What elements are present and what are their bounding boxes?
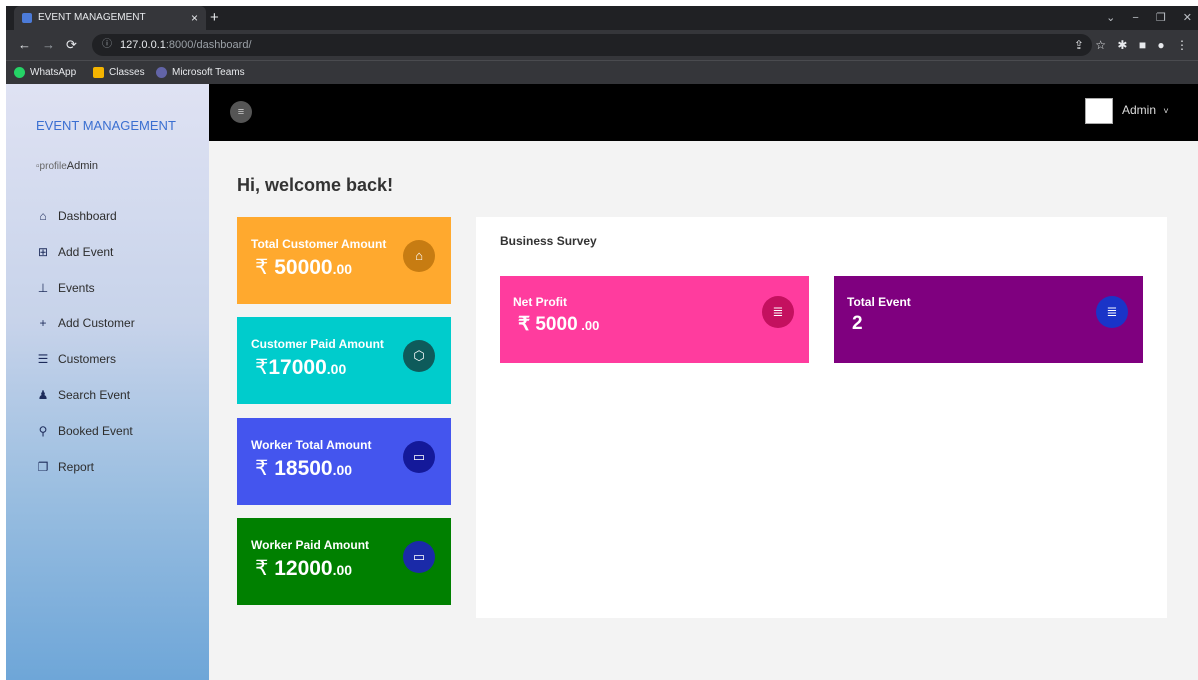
briefcase-icon: ▭ — [403, 441, 435, 473]
minimize-icon[interactable]: − — [1132, 12, 1138, 24]
info-icon[interactable]: ⓘ — [102, 34, 112, 56]
tab-title: EVENT MANAGEMENT — [38, 12, 146, 23]
sidebar-item-dashboard[interactable]: ⌂ Dashboard — [36, 207, 117, 225]
stat-value: ₹ 18500.00 — [255, 457, 353, 480]
stat-card-worker-paid-amount: Worker Paid Amount ₹ 12000.00 ▭ — [237, 518, 451, 605]
share-icon[interactable]: ⇪ — [1074, 38, 1084, 52]
page-title: Hi, welcome back! — [237, 175, 394, 195]
tab-close-icon[interactable]: × — [191, 6, 198, 30]
browser-tab-bar: EVENT MANAGEMENT × + ⌄ − ❐ ✕ — [6, 6, 1198, 30]
sidebar: EVENT MANAGEMENT ▫profileAdmin ⌂ Dashboa… — [6, 84, 209, 680]
plus-square-icon: ⊞ — [37, 245, 49, 259]
bookmark-label: WhatsApp — [30, 67, 77, 78]
bookmark-label: Classes — [109, 67, 145, 78]
tab-search-icon[interactable]: ⌄ — [1106, 12, 1115, 24]
stat-value: ₹ 50000.00 — [255, 256, 353, 279]
stat-label: Worker Total Amount — [251, 438, 372, 452]
survey-card-label: Total Event — [847, 295, 911, 309]
survey-card-value: ₹ 5000 .00 — [518, 314, 600, 335]
main-content: Hi, welcome back! Total Customer Amount … — [209, 141, 1198, 680]
sidebar-item-label: Add Event — [58, 245, 114, 259]
bookmark-star-icon[interactable]: ☆ — [1095, 38, 1106, 52]
forward-icon[interactable]: → — [42, 30, 55, 60]
sidebar-item-label: Customers — [58, 352, 117, 366]
admin-dropdown[interactable]: Admin ˅ — [1122, 103, 1169, 117]
bookmark-classes[interactable]: Classes — [93, 61, 145, 84]
url-host: 127.0.0.1 — [120, 39, 166, 51]
restore-icon[interactable]: ❐ — [1156, 12, 1166, 24]
stat-card-customer-paid-amount: Customer Paid Amount ₹17000.00 ⬡ — [237, 317, 451, 404]
sitemap-icon: ⊥ — [37, 281, 49, 295]
survey-card-total-event: Total Event 2 ≣ — [834, 276, 1143, 363]
sidebar-item-label: Dashboard — [58, 209, 117, 223]
survey-card-label: Net Profit — [513, 295, 567, 309]
sidebar-item-search-event[interactable]: ♟ Search Event — [36, 386, 130, 404]
stat-value: ₹17000.00 — [255, 356, 347, 379]
chevron-down-icon: ˅ — [1163, 106, 1169, 116]
profile-icon[interactable]: ● — [1157, 38, 1164, 52]
address-bar: ← → ⟳ ⓘ 127.0.0.1:8000/dashboard/ ⇪ ☆ ✱ … — [6, 30, 1198, 60]
browser-tab[interactable]: EVENT MANAGEMENT × — [14, 6, 206, 30]
sidebar-item-label: Booked Event — [58, 424, 133, 438]
close-window-icon[interactable]: ✕ — [1183, 12, 1192, 24]
stat-label: Total Customer Amount — [251, 237, 387, 251]
tree-list-icon: ☰ — [37, 352, 49, 366]
sidebar-item-label: Report — [58, 460, 95, 474]
stat-label: Worker Paid Amount — [251, 538, 370, 552]
url-field[interactable]: ⓘ 127.0.0.1:8000/dashboard/ — [92, 34, 1092, 56]
new-tab-button[interactable]: + — [210, 6, 219, 30]
sidebar-item-add-event[interactable]: ⊞ Add Event — [36, 243, 113, 261]
window-controls[interactable]: ⌄ − ❐ ✕ — [1106, 6, 1192, 30]
brand-title[interactable]: EVENT MANAGEMENT — [36, 118, 176, 133]
panel-title: Business Survey — [500, 234, 597, 248]
teams-icon — [156, 67, 167, 78]
stat-card-total-customer-amount: Total Customer Amount ₹ 50000.00 ⌂ — [237, 217, 451, 304]
sidebar-item-customers[interactable]: ☰ Customers — [36, 350, 116, 368]
profile-name: Admin — [66, 160, 98, 172]
menu-toggle-button[interactable]: ≡ — [230, 101, 252, 123]
avatar[interactable] — [1085, 98, 1113, 124]
bicycle-icon: ⚲ — [38, 424, 48, 438]
cube-icon: ⬡ — [403, 340, 435, 372]
stat-value: ₹ 12000.00 — [255, 557, 353, 580]
sidebar-item-booked-event[interactable]: ⚲ Booked Event — [36, 422, 133, 440]
browser-actions[interactable]: ⇪ ☆ ✱ ■ ● ⋮ — [1074, 30, 1188, 60]
back-icon[interactable]: ← — [18, 30, 31, 60]
sidepanel-icon[interactable]: ■ — [1139, 38, 1146, 52]
sidebar-item-add-customer[interactable]: + Add Customer — [36, 314, 135, 332]
briefcase-icon: ▭ — [403, 541, 435, 573]
sidebar-item-label: Search Event — [58, 388, 131, 402]
extensions-icon[interactable]: ✱ — [1117, 38, 1127, 52]
sidebar-item-label: Add Customer — [58, 316, 135, 330]
home-icon: ⌂ — [39, 209, 47, 223]
menu-icon[interactable]: ⋮ — [1176, 38, 1188, 52]
bookmark-label: Microsoft Teams — [172, 67, 245, 78]
plus-icon: + — [39, 316, 47, 330]
survey-card-value: 2 — [852, 313, 863, 334]
bookmark-whatsapp[interactable]: WhatsApp — [14, 61, 76, 84]
admin-label: Admin — [1122, 103, 1157, 117]
stat-label: Customer Paid Amount — [251, 337, 384, 351]
list-icon: ≣ — [762, 296, 794, 328]
bookmark-teams[interactable]: Microsoft Teams — [156, 61, 245, 84]
reload-icon[interactable]: ⟳ — [66, 30, 77, 60]
bookmarks-bar: WhatsApp Classes Microsoft Teams — [6, 60, 1198, 84]
business-survey-panel: Business Survey Net Profit ₹ 5000 .00 ≣ … — [476, 217, 1167, 618]
sidebar-item-events[interactable]: ⊥ Events — [36, 279, 95, 297]
user-search-icon: ♟ — [37, 388, 49, 402]
classroom-icon — [93, 67, 104, 78]
sidebar-profile: ▫profileAdmin — [36, 160, 98, 172]
profile-image: ▫profile — [36, 161, 67, 172]
sidebar-item-label: Events — [58, 281, 95, 295]
sidebar-item-report[interactable]: ❐ Report — [36, 458, 94, 476]
favicon-icon — [22, 13, 32, 23]
top-navbar: ≡ Admin ˅ — [209, 84, 1198, 141]
survey-card-net-profit: Net Profit ₹ 5000 .00 ≣ — [500, 276, 809, 363]
url-path: :8000/dashboard/ — [165, 39, 252, 51]
list-icon: ≣ — [1096, 296, 1128, 328]
whatsapp-icon — [14, 67, 25, 78]
stat-card-worker-total-amount: Worker Total Amount ₹ 18500.00 ▭ — [237, 418, 451, 505]
basket-icon: ⌂ — [403, 240, 435, 272]
copy-icon: ❐ — [37, 460, 49, 474]
